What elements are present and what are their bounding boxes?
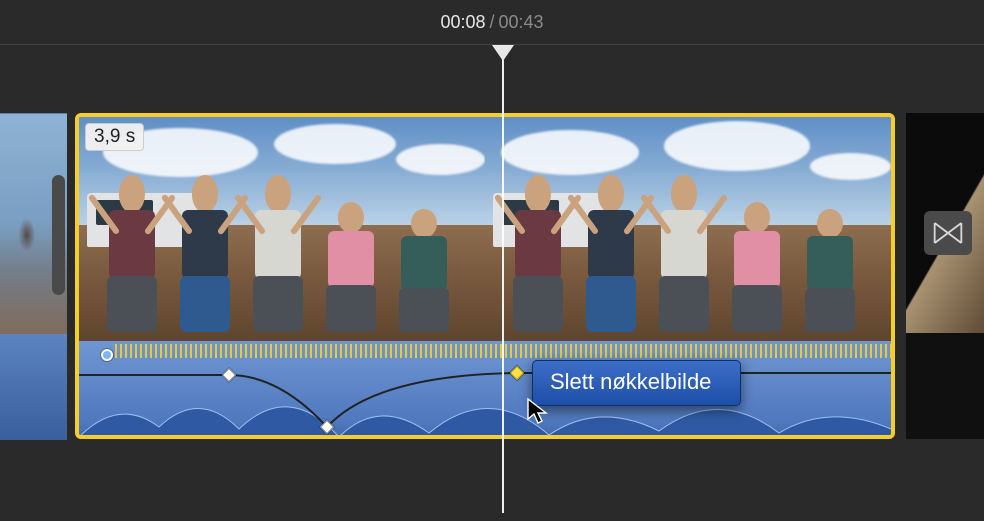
timecode-separator: / <box>489 12 494 33</box>
transition-icon[interactable] <box>924 211 972 255</box>
timecode-current: 00:08 <box>440 12 485 33</box>
clip-filmstrip <box>79 117 891 341</box>
vertical-scroll-thumb[interactable] <box>52 175 65 295</box>
audio-peak-ticks <box>115 344 891 358</box>
context-menu-item-delete-keyframe[interactable]: Slett nøkkelbilde <box>536 364 737 402</box>
timecode-total: 00:43 <box>499 12 544 33</box>
audio-fade-in-handle[interactable] <box>101 349 113 361</box>
timecode-display: 00:08 / 00:43 <box>0 0 984 44</box>
context-menu: Slett nøkkelbilde <box>532 360 741 406</box>
clip-audio-band[interactable] <box>79 341 891 439</box>
clip-duration-badge: 3,9 s <box>85 123 144 151</box>
filmstrip-frame <box>485 117 891 341</box>
clip-audio-band[interactable] <box>0 334 67 440</box>
adjacent-clip-right[interactable] <box>906 113 984 439</box>
timeline[interactable]: 3,9 s <box>0 45 984 515</box>
selected-clip[interactable]: 3,9 s <box>75 113 895 439</box>
audio-waveform <box>79 377 891 439</box>
